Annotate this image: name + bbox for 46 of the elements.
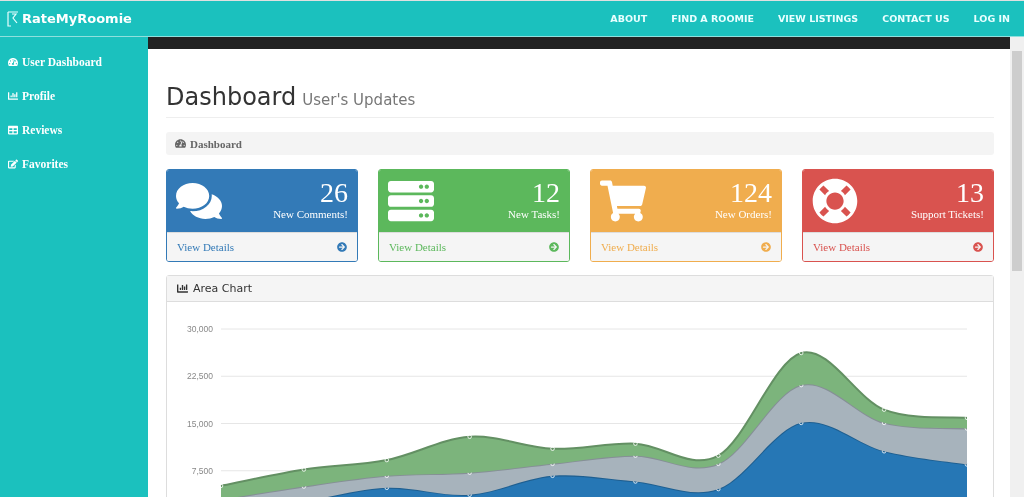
sidebar-item[interactable]: Profile (0, 79, 148, 113)
axis-tick-label: 22,500 (187, 371, 213, 382)
stat-label: Support Tickets! (910, 208, 984, 220)
arrow-right-icon (549, 242, 559, 252)
stat-label: New Comments! (273, 208, 348, 220)
stat-count: 26 (320, 178, 348, 208)
bar-chart-icon (177, 283, 188, 294)
stat-count: 12 (532, 178, 560, 208)
page-title: Dashboard (166, 83, 297, 111)
arrow-right-icon (337, 242, 347, 252)
scrollbar[interactable] (1010, 37, 1024, 497)
panel-title: Area Chart (193, 282, 253, 295)
breadcrumb-text: Dashboard (190, 137, 242, 150)
axis-tick-label: 15,000 (187, 418, 213, 429)
sidebar-item[interactable]: Favorites (0, 147, 148, 181)
life-ring-icon (812, 178, 858, 224)
shopping-cart-icon (600, 178, 646, 224)
logo-icon (6, 10, 20, 27)
edit-icon (8, 159, 18, 169)
view-details-link[interactable]: View Details (591, 232, 781, 261)
sidebar-item[interactable]: Reviews (0, 113, 148, 147)
view-details-link[interactable]: View Details (379, 232, 569, 261)
nav-link[interactable]: FIND A ROOMIE (671, 13, 754, 24)
stat-label: New Orders! (714, 208, 772, 220)
bar-chart-icon (8, 91, 18, 101)
sidebar-item[interactable]: User Dashboard (0, 45, 148, 79)
scrollbar-thumb[interactable] (1012, 51, 1022, 271)
dashboard-icon (8, 57, 18, 67)
dashboard-icon (175, 138, 186, 149)
stat-count: 13 (956, 178, 984, 208)
page-subtitle: User's Updates (302, 91, 416, 109)
server-icon (388, 178, 434, 224)
nav-link[interactable]: ABOUT (610, 13, 648, 24)
stat-count: 124 (730, 178, 772, 208)
nav-link[interactable]: LOG IN (973, 13, 1010, 24)
stat-label: New Tasks! (508, 208, 560, 220)
nav-link[interactable]: VIEW LISTINGS (778, 13, 859, 24)
view-details-link[interactable]: View Details (803, 232, 993, 261)
arrow-right-icon (761, 242, 771, 252)
brand-name[interactable]: RateMyRoomie (22, 11, 132, 26)
arrow-right-icon (973, 242, 983, 252)
axis-tick-label: 7,500 (191, 465, 213, 476)
axis-tick-label: 30,000 (187, 324, 213, 334)
view-details-link[interactable]: View Details (167, 232, 357, 261)
nav-link[interactable]: CONTACT US (882, 13, 950, 24)
table-icon (8, 125, 18, 135)
